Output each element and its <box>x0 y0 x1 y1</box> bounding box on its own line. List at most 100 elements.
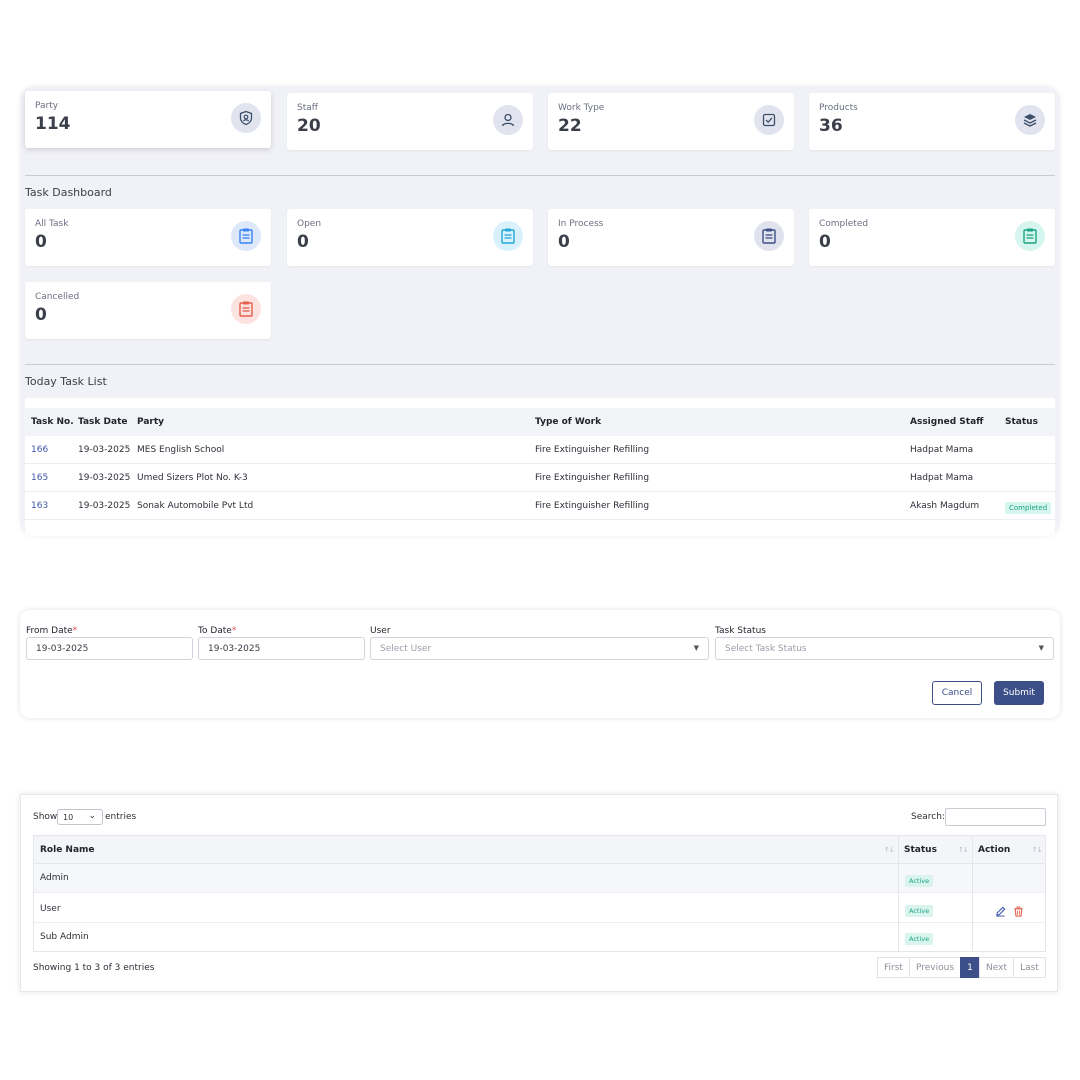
delete-icon[interactable] <box>1013 902 1024 921</box>
cancel-button[interactable]: Cancel <box>932 681 982 705</box>
task-card-cancelled[interactable]: Cancelled 0 <box>25 282 271 339</box>
table-row: Sub Admin Active <box>34 923 1045 951</box>
stat-value: 36 <box>819 116 843 136</box>
pager-previous-button[interactable]: Previous <box>909 957 961 978</box>
edit-icon[interactable] <box>995 902 1006 921</box>
caret-down-icon: ▼ <box>693 644 699 652</box>
user-label: User <box>370 626 391 636</box>
task-card-value: 0 <box>35 232 47 252</box>
pager-page-1-button[interactable]: 1 <box>960 957 980 978</box>
table-row: User Active <box>34 893 1045 923</box>
column-header-status[interactable]: Status <box>904 845 937 855</box>
task-party: Sonak Automobile Pvt Ltd <box>137 501 254 511</box>
from-date-label-text: From Date <box>26 626 73 636</box>
column-header-role-name[interactable]: Role Name <box>40 845 95 855</box>
task-card-value: 0 <box>819 232 831 252</box>
table-row: Admin Active <box>34 864 1045 893</box>
task-card-label: In Process <box>558 219 604 229</box>
column-header: Party <box>137 417 165 427</box>
filter-form-panel: From Date* 19-03-2025 To Date* 19-03-202… <box>20 610 1060 718</box>
roles-table: Role Name ↑↓ Status ↑↓ Action ↑↓ Admin A… <box>33 835 1046 952</box>
column-header: Assigned Staff <box>910 417 984 427</box>
table-info: Showing 1 to 3 of 3 entries <box>33 963 155 973</box>
page-length-select[interactable]: 10 ⌄ <box>57 809 103 825</box>
task-staff: Hadpat Mama <box>910 473 974 483</box>
checkbox-icon <box>754 105 784 135</box>
task-status-select[interactable]: Select Task Status ▼ <box>715 637 1054 660</box>
column-header: Task Date <box>78 417 128 427</box>
task-card-label: Cancelled <box>35 292 80 302</box>
task-status-placeholder: Select Task Status <box>725 644 807 654</box>
clipboard-icon <box>231 294 261 324</box>
pager-last-button[interactable]: Last <box>1013 957 1046 978</box>
sort-icon[interactable]: ↑↓ <box>958 846 969 854</box>
caret-down-icon: ▼ <box>1038 644 1044 652</box>
task-date: 19-03-2025 <box>78 501 131 511</box>
layers-icon <box>1015 105 1045 135</box>
divider <box>25 364 1055 365</box>
pager-first-button[interactable]: First <box>877 957 910 978</box>
stat-card-party[interactable]: Party 114 <box>25 91 271 148</box>
table-row[interactable]: 165 19-03-2025 Umed Sizers Plot No. K-3 … <box>25 464 1055 492</box>
task-work-type: Fire Extinguisher Refilling <box>535 501 650 511</box>
table-header: Role Name ↑↓ Status ↑↓ Action ↑↓ <box>34 836 1045 864</box>
chevron-down-icon: ⌄ <box>88 811 96 821</box>
required-mark: * <box>72 626 78 636</box>
stat-label: Work Type <box>558 103 605 113</box>
status-badge: Active <box>905 905 934 917</box>
sort-icon[interactable]: ↑↓ <box>1032 846 1043 854</box>
to-date-label-text: To Date <box>198 626 232 636</box>
entries-label: entries <box>105 812 137 822</box>
show-label: Show <box>33 812 58 822</box>
task-card-in-process[interactable]: In Process 0 <box>548 209 794 266</box>
task-party: MES English School <box>137 445 225 455</box>
search-input[interactable] <box>945 808 1046 826</box>
clipboard-icon <box>754 221 784 251</box>
task-work-type: Fire Extinguisher Refilling <box>535 473 650 483</box>
stat-label: Products <box>819 103 858 113</box>
section-title-today-tasks: Today Task List <box>25 375 107 388</box>
to-date-input[interactable]: 19-03-2025 <box>198 637 365 660</box>
required-mark: * <box>231 626 237 636</box>
column-header-action[interactable]: Action <box>978 845 1010 855</box>
user-icon <box>493 105 523 135</box>
user-select-placeholder: Select User <box>380 644 432 654</box>
task-card-label: Completed <box>819 219 869 229</box>
column-divider <box>972 836 973 951</box>
stat-value: 20 <box>297 116 321 136</box>
task-date: 19-03-2025 <box>78 473 131 483</box>
column-header: Status <box>1005 417 1038 427</box>
stat-card-products[interactable]: Products 36 <box>809 93 1055 150</box>
task-card-label: Open <box>297 219 322 229</box>
task-card-value: 0 <box>297 232 309 252</box>
task-card-open[interactable]: Open 0 <box>287 209 533 266</box>
task-staff: Hadpat Mama <box>910 445 974 455</box>
page-length-value: 10 <box>63 813 74 822</box>
from-date-value: 19-03-2025 <box>36 644 89 654</box>
stat-card-work-type[interactable]: Work Type 22 <box>548 93 794 150</box>
dashboard-panel: Party 114 Staff 20 Work Type 22 Products… <box>20 86 1060 536</box>
task-status-label: Task Status <box>715 626 766 636</box>
task-number-link[interactable]: 166 <box>31 445 48 455</box>
submit-button[interactable]: Submit <box>994 681 1044 705</box>
to-date-label: To Date* <box>198 626 236 636</box>
table-row[interactable]: 166 19-03-2025 MES English School Fire E… <box>25 436 1055 464</box>
roles-table-panel: Show 10 ⌄ entries Search: Role Name ↑↓ S… <box>20 794 1058 992</box>
shield-user-icon <box>231 103 261 133</box>
stat-card-staff[interactable]: Staff 20 <box>287 93 533 150</box>
user-select[interactable]: Select User ▼ <box>370 637 709 660</box>
from-date-label: From Date* <box>26 626 77 636</box>
task-number-link[interactable]: 163 <box>31 501 48 511</box>
task-number-link[interactable]: 165 <box>31 473 48 483</box>
sort-icon[interactable]: ↑↓ <box>884 846 895 854</box>
table-row[interactable]: 163 19-03-2025 Sonak Automobile Pvt Ltd … <box>25 492 1055 520</box>
task-card-all[interactable]: All Task 0 <box>25 209 271 266</box>
pager-next-button[interactable]: Next <box>979 957 1014 978</box>
search-label: Search: <box>911 812 945 822</box>
stat-value: 22 <box>558 116 582 136</box>
task-card-completed[interactable]: Completed 0 <box>809 209 1055 266</box>
from-date-input[interactable]: 19-03-2025 <box>26 637 193 660</box>
task-date: 19-03-2025 <box>78 445 131 455</box>
task-card-value: 0 <box>35 305 47 325</box>
stat-value: 114 <box>35 114 71 134</box>
